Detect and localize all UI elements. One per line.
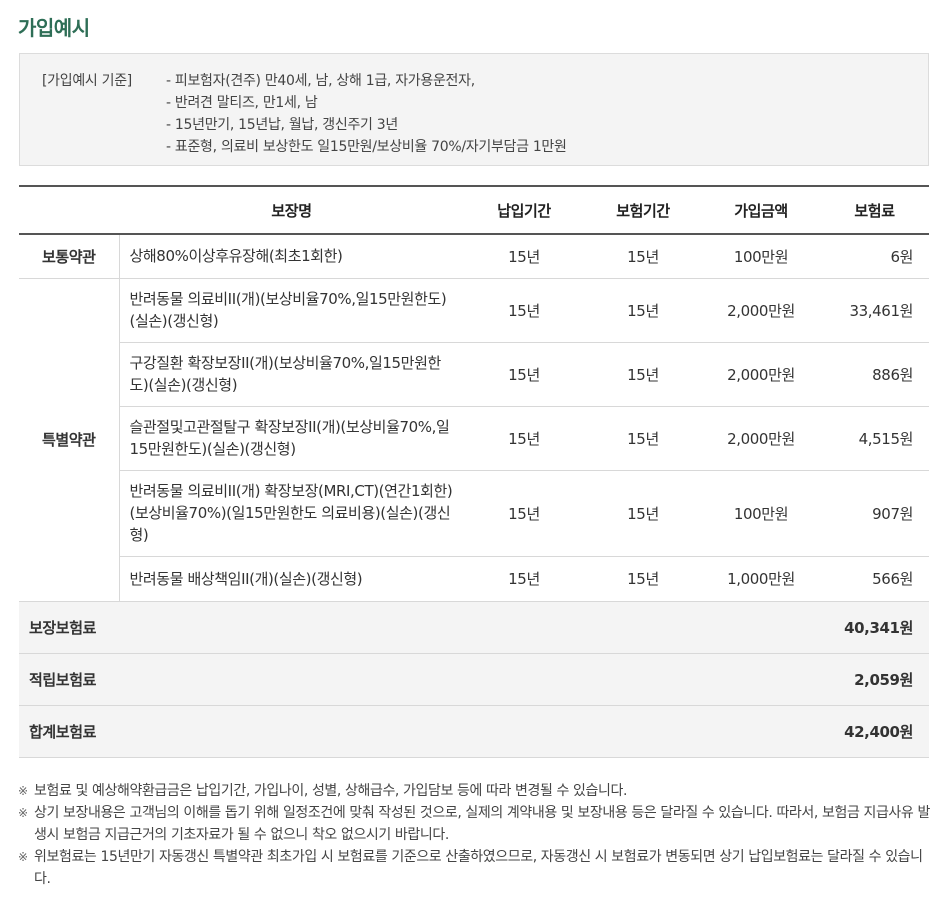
reference-mark-icon: ※ bbox=[18, 806, 28, 820]
coverage-name: 반려동물 의료비II(개) 확장보장(MRI,CT)(연간1회한)(보상비율70… bbox=[119, 470, 464, 557]
amount: 1,000만원 bbox=[702, 556, 820, 602]
criteria-box: [가입예시 기준] - 피보험자(견주) 만40세, 남, 상해 1급, 자가용… bbox=[19, 53, 929, 166]
table-row: 특별약관 반려동물 의료비II(개)(보상비율70%,일15만원한도)(실손)(… bbox=[19, 278, 929, 602]
table-header-row: 보장명 납입기간 보험기간 가입금액 보험료 bbox=[19, 185, 929, 235]
note-item: ※ 보험료 및 예상해약환급금은 납입기간, 가입나이, 성별, 상해급수, 가… bbox=[18, 780, 933, 802]
coverage-name: 반려동물 배상책임II(개)(실손)(갱신형) bbox=[119, 556, 464, 602]
premium: 566원 bbox=[820, 556, 929, 602]
criteria-line: - 피보험자(견주) 만40세, 남, 상해 1급, 자가용운전자, bbox=[166, 73, 475, 89]
insurance-period: 15년 bbox=[584, 556, 702, 602]
premium: 907원 bbox=[820, 470, 929, 557]
note-item: ※ 상기 보장내용은 고객님의 이해를 돕기 위해 일정조건에 맞춰 작성된 것… bbox=[18, 802, 933, 846]
total-row: 적립보험료 2,059원 bbox=[19, 653, 929, 706]
table-row: 보통약관 상해80%이상후유장해(최초1회한) 15년 15년 100만원 6원 bbox=[19, 234, 929, 279]
total-value: 2,059원 bbox=[464, 653, 929, 706]
header-pay-period: 납입기간 bbox=[464, 185, 584, 235]
insurance-period: 15년 bbox=[584, 406, 702, 471]
note-text: 위보험료는 15년만기 자동갱신 특별약관 최초가입 시 보험료를 기준으로 산… bbox=[34, 849, 923, 887]
amount: 2,000만원 bbox=[702, 342, 820, 407]
header-category bbox=[19, 185, 119, 235]
insurance-period: 15년 bbox=[584, 342, 702, 407]
notes: ※ 보험료 및 예상해약환급금은 납입기간, 가입나이, 성별, 상해급수, 가… bbox=[18, 780, 933, 890]
table-row: 구강질환 확장보장II(개)(보상비율70%,일15만원한도)(실손)(갱신형)… bbox=[19, 342, 929, 407]
pay-period: 15년 bbox=[464, 234, 584, 279]
total-label: 합계보험료 bbox=[19, 705, 464, 758]
table-row: 슬관절및고관절탈구 확장보장II(개)(보상비율70%,일15만원한도)(실손)… bbox=[19, 406, 929, 471]
total-label: 적립보험료 bbox=[19, 653, 464, 706]
total-row: 합계보험료 42,400원 bbox=[19, 705, 929, 758]
header-coverage-name: 보장명 bbox=[119, 185, 464, 235]
premium: 33,461원 bbox=[820, 278, 929, 343]
pay-period: 15년 bbox=[464, 470, 584, 557]
amount: 2,000만원 bbox=[702, 406, 820, 471]
insurance-period: 15년 bbox=[584, 470, 702, 557]
criteria-lines: - 피보험자(견주) 만40세, 남, 상해 1급, 자가용운전자, - 반려견… bbox=[166, 70, 567, 158]
insurance-period: 15년 bbox=[584, 234, 702, 279]
amount: 100만원 bbox=[702, 470, 820, 557]
coverage-name: 반려동물 의료비II(개)(보상비율70%,일15만원한도)(실손)(갱신형) bbox=[119, 278, 464, 343]
page-title: 가입예시 bbox=[18, 16, 90, 40]
premium: 6원 bbox=[820, 234, 929, 279]
header-premium: 보험료 bbox=[820, 185, 929, 235]
reference-mark-icon: ※ bbox=[18, 850, 28, 864]
criteria-label: [가입예시 기준] bbox=[42, 73, 132, 89]
coverage-name: 상해80%이상후유장해(최초1회한) bbox=[119, 234, 464, 279]
premium: 886원 bbox=[820, 342, 929, 407]
coverage-name: 구강질환 확장보장II(개)(보상비율70%,일15만원한도)(실손)(갱신형) bbox=[119, 342, 464, 407]
note-text: 상기 보장내용은 고객님의 이해를 돕기 위해 일정조건에 맞춰 작성된 것으로… bbox=[34, 805, 930, 843]
insurance-period: 15년 bbox=[584, 278, 702, 343]
pay-period: 15년 bbox=[464, 556, 584, 602]
header-amount: 가입금액 bbox=[702, 185, 820, 235]
total-label: 보장보험료 bbox=[19, 601, 464, 654]
pay-period: 15년 bbox=[464, 278, 584, 343]
pay-period: 15년 bbox=[464, 342, 584, 407]
total-value: 42,400원 bbox=[464, 705, 929, 758]
note-item: ※ 위보험료는 15년만기 자동갱신 특별약관 최초가입 시 보험료를 기준으로… bbox=[18, 846, 933, 890]
criteria-line: - 표준형, 의료비 보상한도 일15만원/보상비율 70%/자기부담금 1만원 bbox=[166, 139, 567, 155]
note-text: 보험료 및 예상해약환급금은 납입기간, 가입나이, 성별, 상해급수, 가입담… bbox=[34, 783, 628, 799]
header-insurance-period: 보험기간 bbox=[584, 185, 702, 235]
amount: 100만원 bbox=[702, 234, 820, 279]
criteria-line: - 15년만기, 15년납, 월납, 갱신주기 3년 bbox=[166, 117, 398, 133]
table-row: 반려동물 의료비II(개) 확장보장(MRI,CT)(연간1회한)(보상비율70… bbox=[19, 470, 929, 557]
coverage-name: 슬관절및고관절탈구 확장보장II(개)(보상비율70%,일15만원한도)(실손)… bbox=[119, 406, 464, 471]
category-special: 특별약관 bbox=[19, 278, 120, 602]
reference-mark-icon: ※ bbox=[18, 784, 28, 798]
total-value: 40,341원 bbox=[464, 601, 929, 654]
pay-period: 15년 bbox=[464, 406, 584, 471]
coverage-table: 보장명 납입기간 보험기간 가입금액 보험료 보통약관 상해80%이상후유장해(… bbox=[19, 185, 929, 758]
category-basic: 보통약관 bbox=[19, 234, 120, 279]
total-row: 보장보험료 40,341원 bbox=[19, 601, 929, 654]
amount: 2,000만원 bbox=[702, 278, 820, 343]
table-row: 반려동물 배상책임II(개)(실손)(갱신형) 15년 15년 1,000만원 … bbox=[19, 556, 929, 602]
premium: 4,515원 bbox=[820, 406, 929, 471]
criteria-line: - 반려견 말티즈, 만1세, 남 bbox=[166, 95, 318, 111]
